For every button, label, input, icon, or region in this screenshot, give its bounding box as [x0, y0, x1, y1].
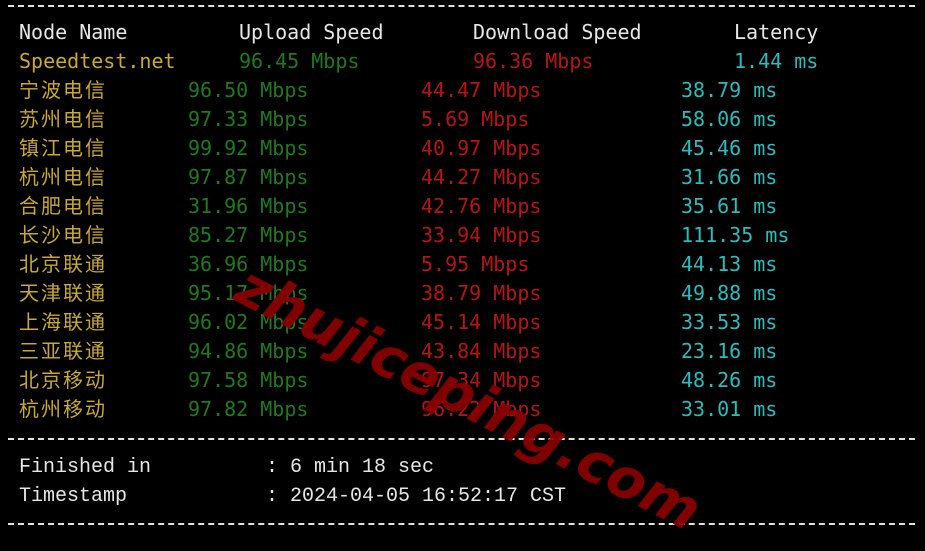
upload-value: 31.96 Mbps: [188, 194, 309, 218]
node-name: 北京移动: [19, 368, 107, 392]
download-value: 96.36 Mbps: [473, 49, 594, 73]
download-value: 97.34 Mbps: [421, 368, 542, 392]
download-value: 96.22 Mbps: [421, 397, 542, 421]
latency-value: 35.61 ms: [681, 194, 778, 218]
upload-value: 94.86 Mbps: [188, 339, 309, 363]
upload-value: 97.87 Mbps: [188, 165, 309, 189]
upload-value: 97.58 Mbps: [188, 368, 309, 392]
header-download-speed: Download Speed: [473, 20, 642, 44]
table-header: Node Name Upload Speed Download Speed La…: [0, 18, 818, 47]
node-name: 合肥电信: [19, 194, 107, 218]
download-value: 45.14 Mbps: [421, 310, 542, 334]
timestamp-value: : 2024-04-05 16:52:17 CST: [266, 485, 567, 508]
download-value: 42.76 Mbps: [421, 194, 542, 218]
upload-value: 96.02 Mbps: [188, 310, 309, 334]
upload-value: 97.33 Mbps: [188, 107, 309, 131]
latency-value: 33.53 ms: [681, 310, 778, 334]
node-name: 长沙电信: [19, 223, 107, 247]
upload-value: 97.82 Mbps: [188, 397, 309, 421]
latency-value: 44.13 ms: [681, 252, 778, 276]
latency-value: 23.16 ms: [681, 339, 778, 363]
download-value: 5.69 Mbps: [421, 107, 530, 131]
upload-value: 96.45 Mbps: [239, 49, 360, 73]
top-separator: [8, 5, 915, 7]
node-name: 北京联通: [19, 252, 107, 276]
upload-value: 85.27 Mbps: [188, 223, 309, 247]
latency-value: 31.66 ms: [681, 165, 778, 189]
upload-value: 36.96 Mbps: [188, 252, 309, 276]
table-row: Speedtest.net 96.45 Mbps 96.36 Mbps 1.44…: [0, 47, 818, 76]
node-name: 镇江电信: [19, 136, 107, 160]
node-name: 杭州电信: [19, 165, 107, 189]
upload-value: 99.92 Mbps: [188, 136, 309, 160]
node-name: 三亚联通: [19, 339, 107, 363]
node-name: 杭州移动: [19, 397, 107, 421]
download-value: 38.79 Mbps: [421, 281, 542, 305]
node-name: 天津联通: [19, 281, 107, 305]
download-value: 33.94 Mbps: [421, 223, 542, 247]
node-name: Speedtest.net: [19, 49, 176, 73]
latency-value: 111.35 ms: [681, 223, 790, 247]
node-name: 宁波电信: [19, 78, 107, 102]
bottom-separator: [8, 523, 915, 525]
upload-value: 96.50 Mbps: [188, 78, 309, 102]
latency-value: 48.26 ms: [681, 368, 778, 392]
download-value: 5.95 Mbps: [421, 252, 530, 276]
latency-value: 45.46 ms: [681, 136, 778, 160]
latency-value: 38.79 ms: [681, 78, 778, 102]
download-value: 44.47 Mbps: [421, 78, 542, 102]
footer-timestamp: Timestamp : 2024-04-05 16:52:17 CST: [0, 482, 566, 511]
header-latency: Latency: [734, 20, 819, 44]
latency-value: 33.01 ms: [681, 397, 778, 421]
header-upload-speed: Upload Speed: [239, 20, 384, 44]
footer-finished: Finished in : 6 min 18 sec: [0, 453, 434, 482]
upload-value: 95.17 Mbps: [188, 281, 309, 305]
finished-value: : 6 min 18 sec: [266, 456, 435, 479]
header-node-name: Node Name: [19, 20, 128, 44]
download-value: 44.27 Mbps: [421, 165, 542, 189]
latency-value: 49.88 ms: [681, 281, 778, 305]
download-value: 40.97 Mbps: [421, 136, 542, 160]
timestamp-label: Timestamp: [19, 485, 128, 508]
finished-label: Finished in: [19, 456, 152, 479]
latency-value: 1.44 ms: [734, 49, 819, 73]
latency-value: 58.06 ms: [681, 107, 778, 131]
node-name: 上海联通: [19, 310, 107, 334]
download-value: 43.84 Mbps: [421, 339, 542, 363]
node-name: 苏州电信: [19, 107, 107, 131]
middle-separator: [8, 438, 915, 440]
